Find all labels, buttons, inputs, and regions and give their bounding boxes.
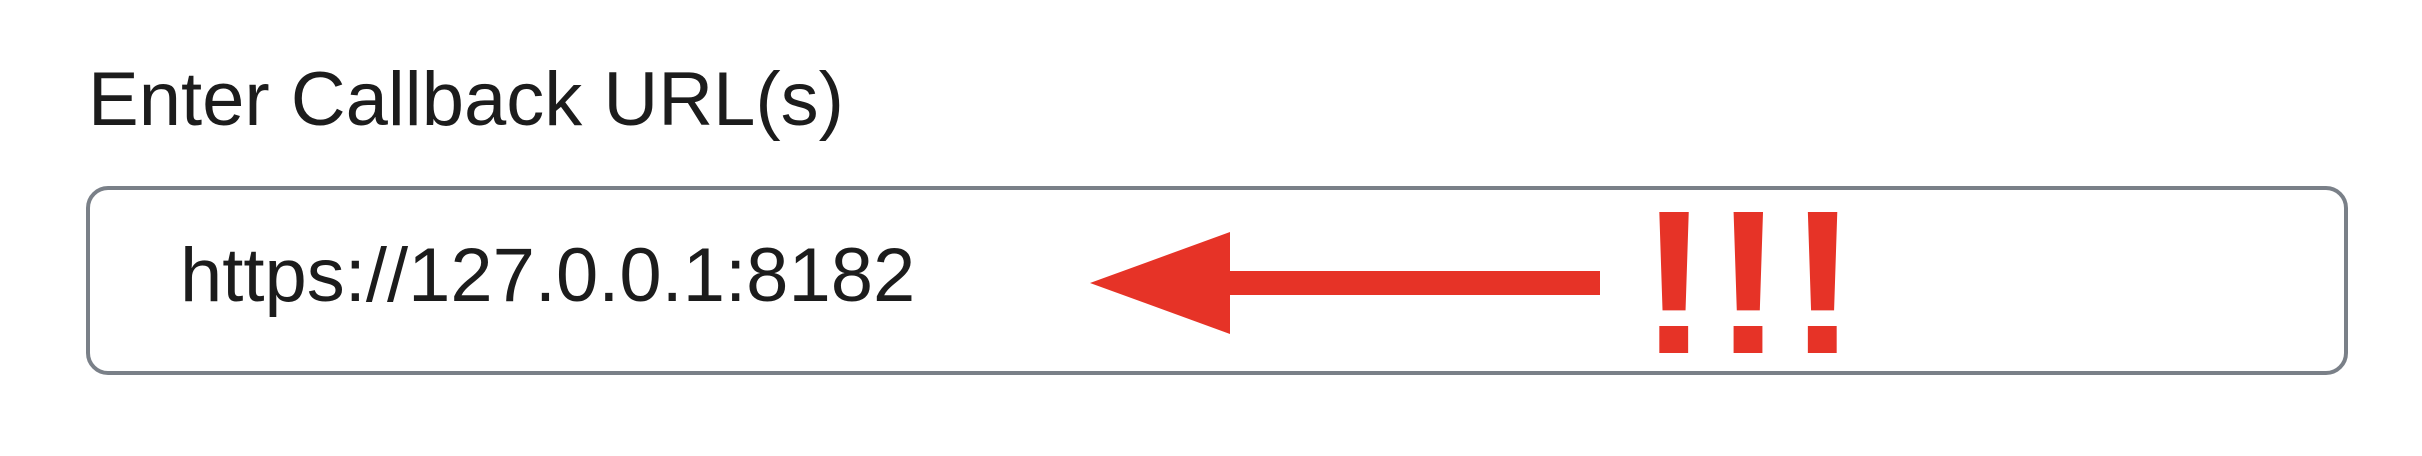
annotation-arrow-icon (1090, 232, 1600, 334)
arrow-shaft (1222, 271, 1600, 295)
arrow-head (1090, 232, 1230, 334)
annotation-exclamation-marks: !!! (1640, 168, 1863, 397)
